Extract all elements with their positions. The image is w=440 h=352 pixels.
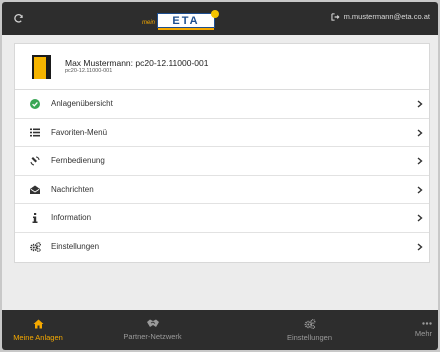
logo-prefix: mein	[142, 20, 156, 26]
menu-item-label: Information	[51, 213, 92, 223]
nav-meine-anlagen[interactable]: Meine Anlagen	[2, 310, 74, 350]
home-icon	[33, 319, 43, 328]
eta-logo[interactable]: mein ETA	[142, 8, 226, 30]
refresh-icon[interactable]	[10, 10, 26, 26]
device-header[interactable]: Max Mustermann: pc20-12.11000-001 pc20-1…	[15, 44, 429, 90]
user-email: m.mustermann@eta.co.at	[343, 12, 430, 21]
logo-box: ETA	[157, 10, 220, 30]
chevron-right-icon	[415, 128, 425, 138]
nav-partner-netzwerk[interactable]: Partner-Netzwerk	[74, 310, 231, 350]
chevron-right-icon	[415, 213, 425, 223]
menu-item-label: Nachrichten	[51, 184, 94, 194]
logo-underline	[158, 28, 215, 30]
remote-signal-icon	[29, 155, 41, 167]
nav-label: Einstellungen	[286, 332, 333, 342]
logo-sun-icon	[211, 10, 220, 18]
list-icon	[29, 126, 41, 138]
ellipsis-icon	[422, 322, 432, 325]
user-logout-link[interactable]: m.mustermann@eta.co.at	[331, 12, 430, 21]
envelope-open-icon	[29, 183, 41, 195]
top-bar: mein ETA m.mustermann@eta.co.at	[2, 2, 438, 35]
menu-item-information[interactable]: Information	[15, 204, 429, 233]
menu-item-nachrichten[interactable]: Nachrichten	[15, 176, 429, 204]
chevron-right-icon	[415, 185, 425, 195]
logo-text: ETA	[172, 14, 200, 27]
nav-einstellungen[interactable]: Einstellungen	[231, 310, 388, 350]
nav-label: Meine Anlagen	[13, 332, 63, 342]
menu-item-label: Anlagenübersicht	[51, 99, 113, 109]
nav-label: Mehr	[414, 329, 432, 338]
logout-icon	[331, 12, 340, 21]
device-text: Max Mustermann: pc20-12.11000-001 pc20-1…	[65, 58, 208, 75]
app-frame: mein ETA m.mustermann@eta.co.at Max Must…	[2, 2, 438, 350]
menu-item-einstellungen[interactable]: Einstellungen	[15, 233, 429, 262]
gears-icon	[29, 241, 41, 253]
chevron-right-icon	[415, 99, 425, 109]
menu-item-anlagenuebersicht[interactable]: Anlagenübersicht	[15, 90, 429, 119]
menu-item-favoriten-menue[interactable]: Favoriten-Menü	[15, 119, 429, 147]
nav-label: Partner-Netzwerk	[123, 332, 182, 341]
info-icon	[29, 212, 41, 224]
gears-icon	[304, 318, 315, 329]
device-card: Max Mustermann: pc20-12.11000-001 pc20-1…	[14, 43, 430, 263]
boiler-device-icon	[29, 54, 53, 79]
menu-item-label: Fernbedienung	[51, 156, 105, 166]
chevron-right-icon	[415, 156, 425, 166]
menu-item-label: Favoriten-Menü	[51, 127, 108, 137]
device-title: Max Mustermann: pc20-12.11000-001	[65, 58, 209, 68]
bottom-nav: Meine Anlagen Partner-Netzwerk Einstellu…	[2, 310, 438, 350]
menu-item-label: Einstellungen	[51, 242, 100, 252]
chevron-right-icon	[415, 242, 425, 252]
handshake-icon	[146, 319, 159, 327]
nav-mehr[interactable]: Mehr	[388, 310, 438, 350]
device-subtitle: pc20-12.11000-001	[65, 68, 113, 74]
menu-item-fernbedienung[interactable]: Fernbedienung	[15, 147, 429, 176]
check-circle-icon	[29, 98, 41, 110]
